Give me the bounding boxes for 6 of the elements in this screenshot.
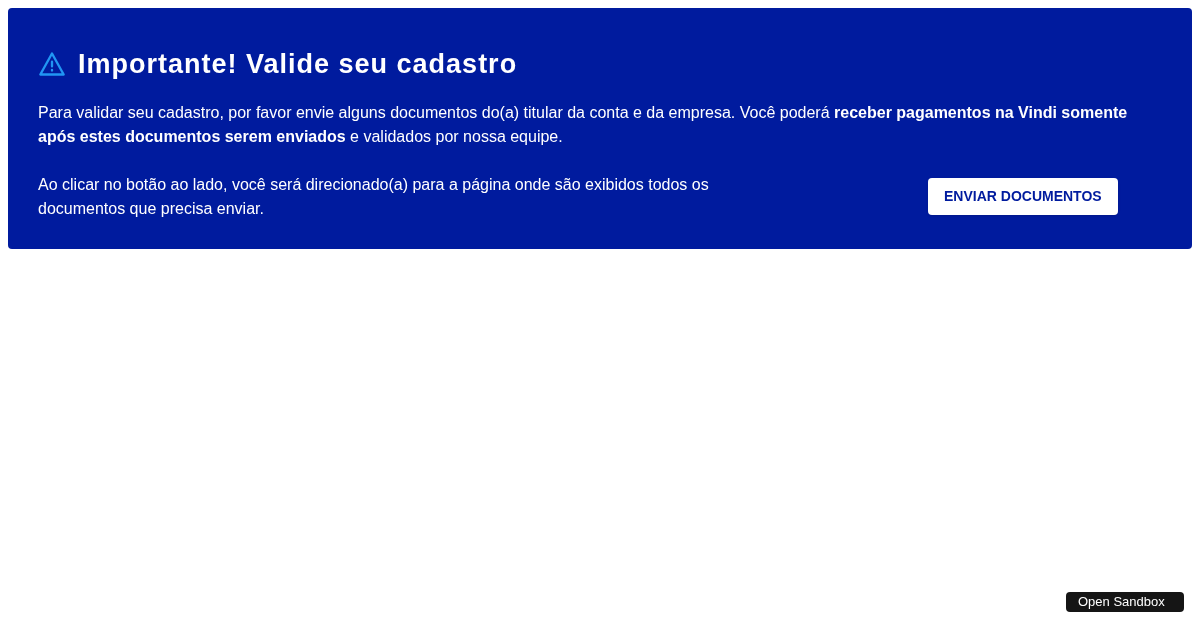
alert-instruction: Ao clicar no botão ao lado, você será direcionado(a) para a página onde são exibidos todos os documentos que precisa enviar. (38, 174, 710, 219)
alert-title: Importante! Valide seu cadastro (78, 48, 518, 81)
alert-message: Para validar seu cadastro, por favor envie alguns documentos do(a) titular da conta e da empresa. Você poderá receber pagamentos na Vindi somente após estes documentos serem enviados e validados por nossa equipe. (38, 102, 1129, 147)
send-documents-button[interactable]: ENVIAR DOCUMENTOS (928, 178, 1118, 215)
warning-icon (38, 51, 66, 78)
open-sandbox-button[interactable]: Open Sandbox (1066, 592, 1184, 612)
